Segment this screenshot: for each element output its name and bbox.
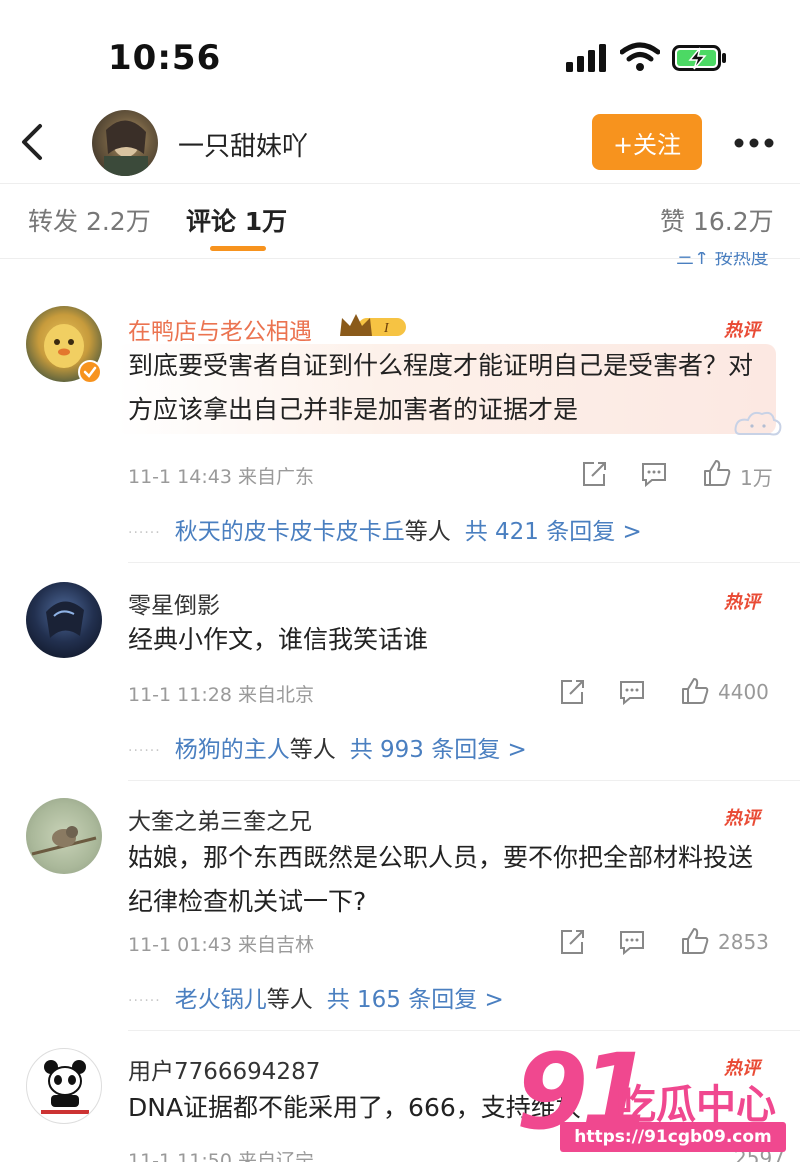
comment-meta: 11-1 14:43 来自广东 — [128, 466, 314, 488]
reply-count[interactable]: 共 993 条回复 > — [350, 737, 527, 763]
reply-count[interactable]: 共 165 条回复 > — [327, 987, 504, 1013]
comment-meta: 11-1 11:50 来自辽宁 — [128, 1150, 314, 1162]
like-icon[interactable] — [702, 458, 732, 488]
watermark-url: https://91cgb09.com — [560, 1122, 786, 1152]
like-count: 2853 — [718, 930, 769, 954]
share-icon[interactable] — [558, 928, 586, 956]
reply-count[interactable]: 共 421 条回复 > — [465, 519, 642, 545]
like-icon[interactable] — [680, 926, 710, 956]
follow-button[interactable]: +关注 — [592, 114, 702, 170]
tab-bar: 转发 2.2万 评论 1万 赞 16.2万 — [0, 184, 800, 256]
comment-meta: 11-1 01:43 来自吉林 — [128, 934, 314, 956]
hot-comment-badge: 热评 — [724, 808, 760, 829]
status-bar: 10:56 — [0, 0, 800, 110]
commenter-username[interactable]: 零星倒影 — [128, 586, 220, 620]
tab-likes[interactable]: 赞 16.2万 — [660, 202, 774, 238]
like-count: 4400 — [718, 680, 769, 704]
commenter-username[interactable]: 大奎之弟三奎之兄 — [128, 802, 312, 836]
verified-badge-icon — [78, 360, 102, 384]
user-avatar[interactable] — [92, 110, 158, 176]
commenter-username[interactable]: 在鸭店与老公相遇 — [128, 312, 312, 346]
share-icon[interactable] — [580, 460, 608, 488]
reply-user[interactable]: 秋天的皮卡皮卡皮卡丘 — [175, 519, 405, 545]
replies-dots: ······ — [128, 742, 161, 759]
avatar-image — [46, 601, 84, 638]
more-options-icon[interactable] — [732, 136, 776, 150]
wifi-icon — [620, 42, 660, 71]
active-tab-indicator — [210, 246, 266, 251]
share-icon[interactable] — [558, 678, 586, 706]
avatar-image — [104, 120, 148, 176]
reply-connector: 等人 — [266, 987, 313, 1013]
back-arrow-icon[interactable] — [16, 122, 52, 162]
like-icon[interactable] — [680, 676, 710, 706]
replies-link[interactable]: ······ 秋天的皮卡皮卡皮卡丘等人共 421 条回复 > — [128, 512, 642, 546]
comment-meta: 11-1 11:28 来自北京 — [128, 684, 314, 706]
like-count: 1万 — [740, 466, 773, 490]
reply-user[interactable]: 老火锅儿 — [175, 987, 267, 1013]
cellular-signal-icon — [566, 44, 606, 72]
comment-divider — [128, 562, 800, 563]
commenter-avatar[interactable] — [26, 582, 102, 658]
tab-repost[interactable]: 转发 2.2万 — [28, 202, 151, 238]
status-time: 10:56 — [108, 38, 222, 78]
nav-bar: 一只甜妹吖 +关注 — [0, 106, 800, 182]
comment-icon[interactable] — [618, 678, 646, 706]
comment-icon[interactable] — [618, 928, 646, 956]
reply-connector: 等人 — [404, 519, 451, 545]
avatar-image — [41, 1060, 89, 1114]
commenter-username[interactable]: 用户7766694287 — [128, 1052, 320, 1086]
comment-text: 姑娘，那个东西既然是公职人员，要不你把全部材料投送纪律检查机关试一下? — [128, 843, 754, 916]
replies-link[interactable]: ······ 老火锅儿等人共 165 条回复 > — [128, 980, 504, 1014]
comment-text: 经典小作文，谁信我笑话谁 — [128, 625, 429, 654]
profile-username[interactable]: 一只甜妹吖 — [178, 126, 308, 163]
comment-divider — [128, 1030, 800, 1031]
comment-text: 到底要受害者自证到什么程度才能证明自己是受害者？对方应该拿出自己并非是加害者的证… — [128, 351, 754, 424]
vip-crown-badge-icon[interactable]: I — [338, 312, 410, 340]
commenter-avatar[interactable] — [26, 1048, 102, 1124]
reply-user[interactable]: 杨狗的主人 — [175, 737, 290, 763]
sort-by-hot-button[interactable]: 三↑ 按热度 — [676, 252, 769, 266]
replies-dots: ······ — [128, 524, 161, 541]
reply-connector: 等人 — [289, 737, 336, 763]
replies-dots: ······ — [128, 992, 161, 1009]
commenter-avatar[interactable] — [26, 798, 102, 874]
hot-comment-badge: 热评 — [724, 320, 760, 341]
replies-link[interactable]: ······ 杨狗的主人等人共 993 条回复 > — [128, 730, 527, 764]
avatar-image — [31, 826, 97, 856]
comment-divider — [128, 780, 800, 781]
hot-comment-badge: 热评 — [724, 592, 760, 613]
battery-charging-icon — [672, 45, 726, 71]
comment-icon[interactable] — [640, 460, 668, 488]
tab-comments[interactable]: 评论 1万 — [186, 202, 287, 238]
